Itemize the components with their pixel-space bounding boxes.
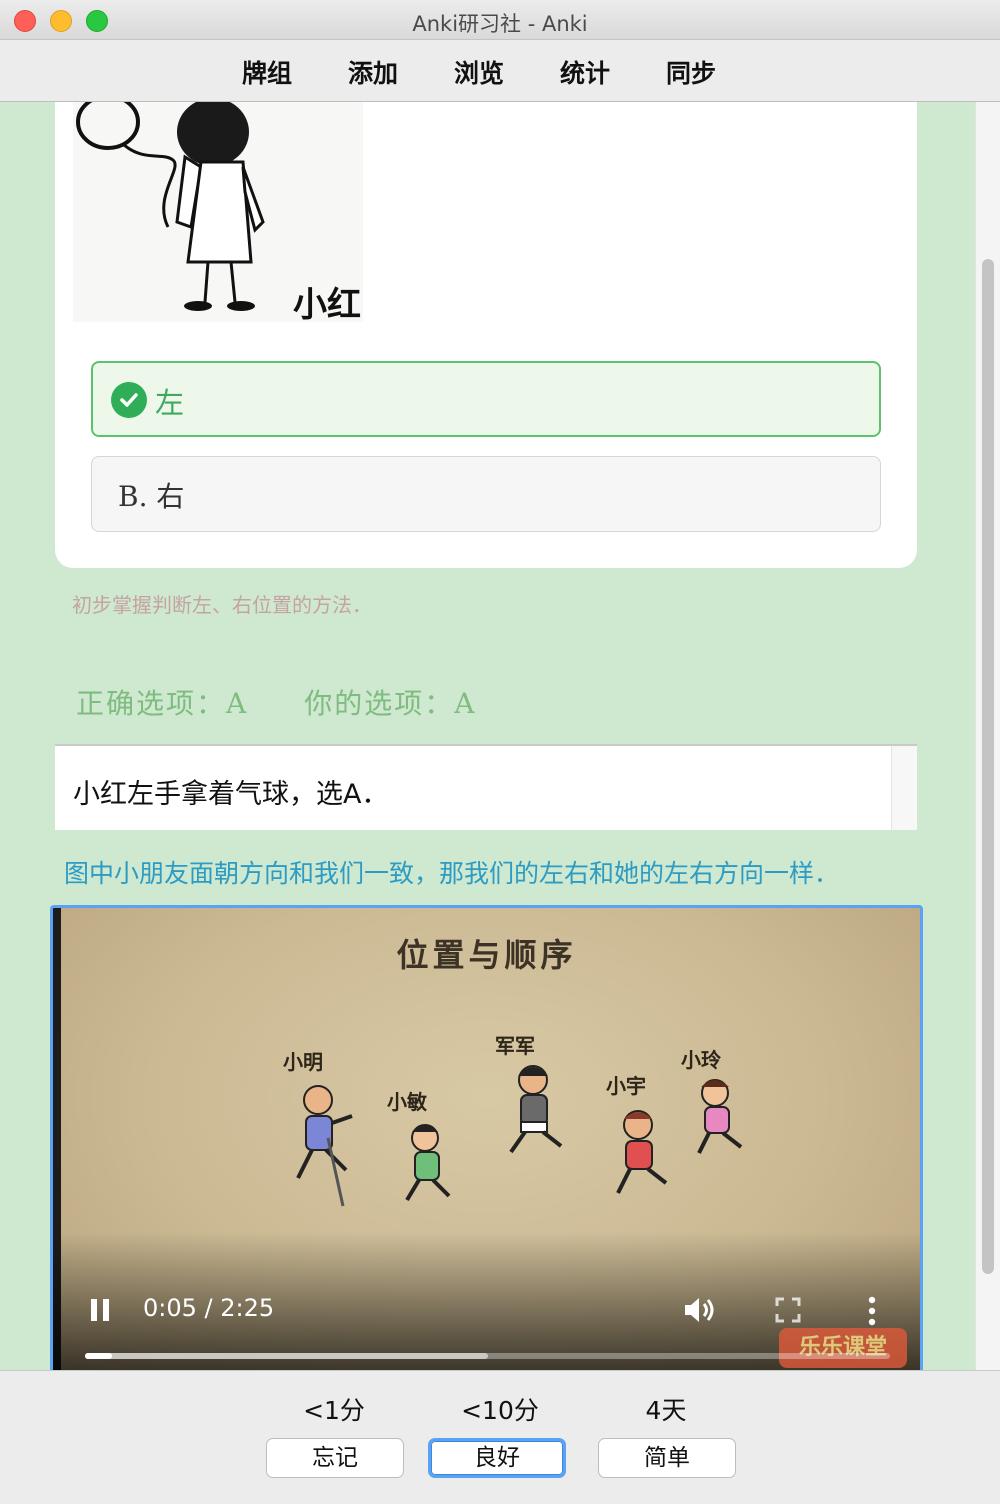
running-girl-1-image (405, 1124, 451, 1202)
watermark-logo: 乐乐课堂 (779, 1328, 907, 1368)
running-boy-1-image (296, 1085, 353, 1207)
option-a-correct[interactable]: 左 (91, 361, 881, 437)
learning-goal-hint: 初步掌握判断左、右位置的方法． (72, 593, 372, 617)
window-titlebar: Anki研习社 - Anki (0, 0, 1000, 40)
easy-button[interactable]: 简单 (598, 1438, 736, 1478)
video-progress-bar[interactable] (85, 1353, 890, 1359)
option-a-label: 左 (155, 386, 185, 420)
option-b[interactable]: B. 右 (91, 456, 881, 532)
toolbar-sync[interactable]: 同步 (666, 54, 716, 90)
running-boy-2-image (509, 1065, 563, 1154)
scrollbar-thumb[interactable] (982, 259, 994, 1274)
again-button[interactable]: 忘记 (266, 1438, 404, 1478)
video-time: 0:05 / 2:25 (143, 1294, 275, 1322)
main-toolbar: 牌组 添加 浏览 统计 同步 (0, 40, 1000, 102)
pause-icon[interactable] (89, 1297, 111, 1323)
explanation-side-panel (891, 746, 917, 830)
video-buffered-bar (85, 1353, 488, 1359)
illustration-caption: 小红 (293, 285, 361, 322)
your-answer-label: 你的选项：A (304, 687, 477, 720)
interval-easy: 4天 (645, 1396, 687, 1425)
running-girl-2-image (697, 1079, 743, 1154)
interval-again: <1分 (303, 1396, 365, 1425)
question-illustration: 小红 (73, 102, 363, 322)
vertical-scrollbar[interactable] (975, 102, 1000, 1370)
kid-name-xiaoyu: 小宇 (606, 1074, 646, 1098)
toolbar-decks[interactable]: 牌组 (242, 54, 292, 90)
explanation-box: 小红左手拿着气球，选A． (55, 744, 917, 830)
video-played-bar (85, 1353, 113, 1359)
card-content-area[interactable]: 小红 左 B. 右 初步掌握判断左、右位置的方法． 正确选项：A 你的选项：A 小… (0, 102, 1000, 1370)
toolbar-stats[interactable]: 统计 (560, 54, 610, 90)
video-title: 位置与顺序 (396, 936, 577, 974)
answer-summary: 正确选项：A 你的选项：A (76, 682, 476, 722)
kid-name-junjun: 军军 (495, 1034, 535, 1058)
answer-bar: <1分 <10分 4天 忘记 良好 简单 (0, 1370, 1000, 1504)
kid-name-xiaomin: 小敏 (387, 1090, 427, 1114)
volume-icon[interactable] (683, 1295, 717, 1325)
running-boy-3-image (616, 1110, 668, 1194)
explanation-text: 小红左手拿着气球，选A． (73, 779, 389, 810)
check-circle-icon (111, 382, 147, 418)
toolbar-add[interactable]: 添加 (348, 54, 398, 90)
correct-answer-label: 正确选项：A (76, 687, 249, 720)
more-options-icon[interactable] (865, 1296, 879, 1326)
window-title: Anki研习社 - Anki (412, 12, 588, 36)
toolbar-browse[interactable]: 浏览 (454, 54, 504, 90)
good-button[interactable]: 良好 (428, 1438, 566, 1478)
kid-name-xiaoming: 小明 (283, 1050, 323, 1074)
explanation-detail: 图中小朋友面朝方向和我们一致，那我们的左右和她的左右方向一样． (64, 859, 840, 888)
question-card: 小红 左 B. 右 (55, 102, 917, 568)
option-b-label: B. 右 (118, 480, 185, 513)
video-player[interactable]: 位置与顺序 小明 小敏 军军 小宇 小玲 乐乐课堂 0:05 / 2:25 (50, 905, 923, 1370)
fullscreen-icon[interactable] (775, 1297, 801, 1323)
kid-name-xiaoling: 小玲 (681, 1048, 721, 1072)
interval-good: <10分 (461, 1396, 539, 1425)
